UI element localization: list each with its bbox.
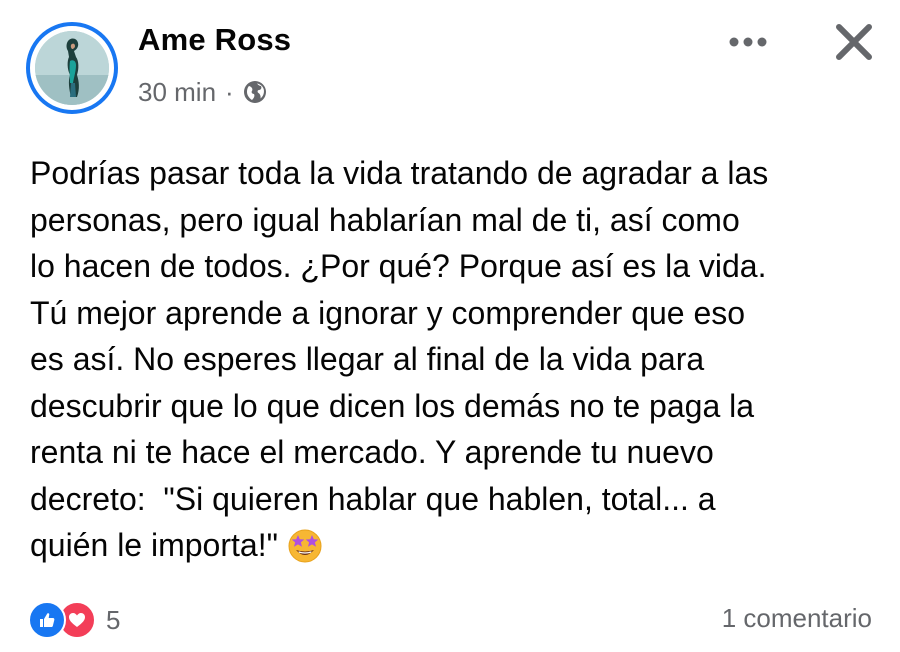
post-meta: 30 min · <box>138 75 268 109</box>
post-text-line: decreto: "Si quieren hablar que hablen, … <box>30 480 716 517</box>
more-options-icon <box>729 37 767 47</box>
post-text-line: renta ni te hace el mercado. Y aprende t… <box>30 434 714 470</box>
comment-count-link[interactable]: 1 comentario <box>722 603 872 634</box>
post-text-line: Tú mejor aprende a ignorar y comprender … <box>30 294 746 331</box>
post-text: Podrías pasar toda la vida tratando de a… <box>30 150 890 569</box>
reaction-count: 5 <box>106 604 121 635</box>
avatar-image <box>35 31 109 105</box>
post-text-line: quién le importa!" <box>30 527 278 563</box>
globe-icon <box>242 79 268 105</box>
post-time[interactable]: 30 min <box>138 77 216 108</box>
reactions-summary[interactable]: 5 <box>28 600 120 640</box>
author-name[interactable]: Ame Ross <box>138 22 291 58</box>
post-text-line: lo hacen de todos. ¿Por qué? Porque así … <box>30 248 767 284</box>
more-options-button[interactable] <box>722 24 774 60</box>
meta-separator: · <box>225 76 234 107</box>
post-text-line: Podrías pasar toda la vida tratando de a… <box>30 155 769 191</box>
close-icon <box>836 24 872 60</box>
post-text-line: descubrir que lo que dicen los demás no … <box>30 387 755 424</box>
star-struck-emoji-icon <box>286 526 324 564</box>
close-button[interactable] <box>826 16 882 68</box>
post-text-line: es así. No esperes llegar al final de la… <box>30 341 705 377</box>
post-text-line: personas, pero igual hablarían mal de ti… <box>30 201 740 238</box>
avatar[interactable] <box>26 22 118 114</box>
post-text-last-line: quién le importa!" <box>30 522 890 569</box>
like-reaction-icon <box>28 601 66 639</box>
avatar-photo <box>35 31 109 105</box>
